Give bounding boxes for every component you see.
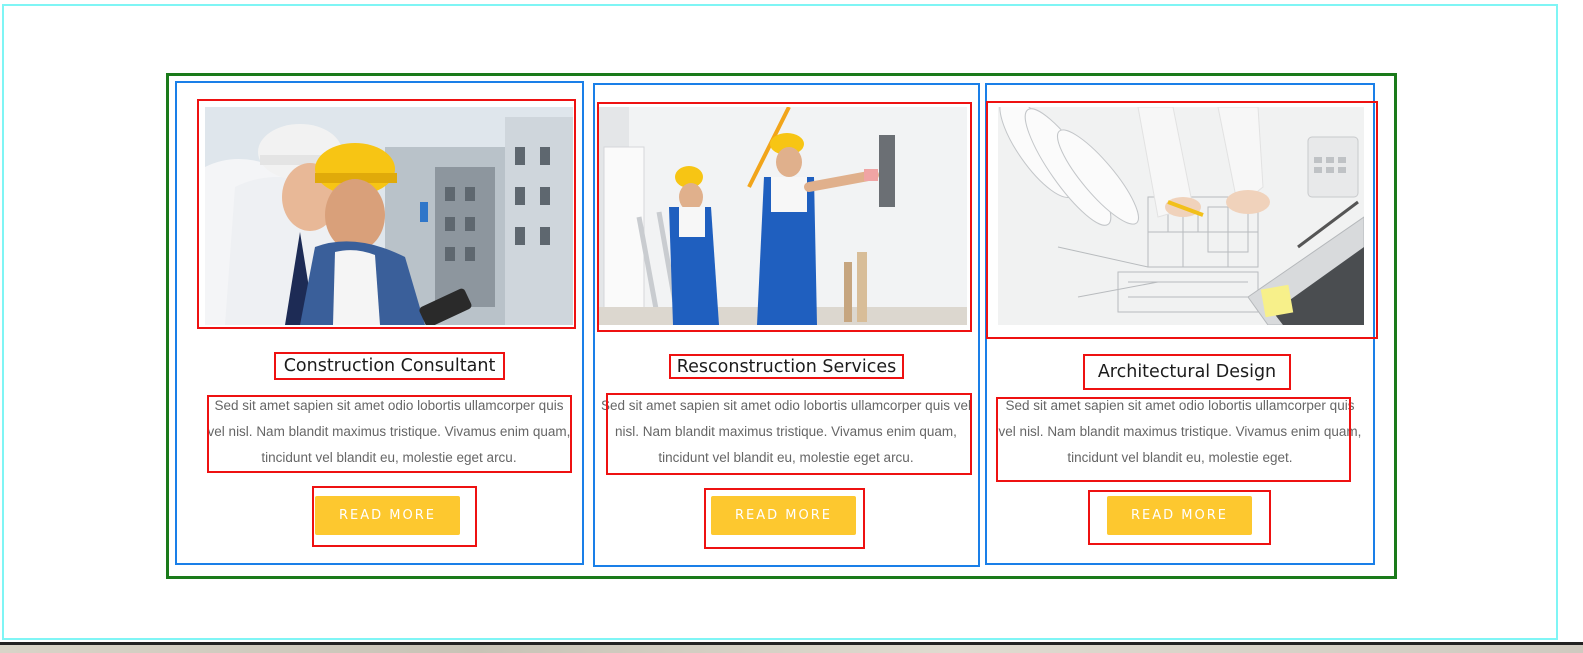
card-1-title-outline bbox=[274, 352, 505, 380]
card-3-button-outline bbox=[1088, 490, 1271, 545]
card-2-description-outline bbox=[606, 393, 972, 475]
card-1-description-outline bbox=[207, 395, 572, 473]
card-3-description-outline bbox=[996, 397, 1351, 482]
card-1-button-outline bbox=[312, 486, 477, 547]
card-1-image-outline bbox=[197, 99, 576, 329]
card-3-title-outline bbox=[1083, 354, 1291, 390]
card-2-image-outline bbox=[597, 102, 972, 332]
card-2-title-outline bbox=[669, 354, 904, 379]
bottom-divider bbox=[0, 642, 1583, 645]
card-3-image-outline bbox=[986, 101, 1378, 339]
card-2-button-outline bbox=[704, 488, 865, 549]
